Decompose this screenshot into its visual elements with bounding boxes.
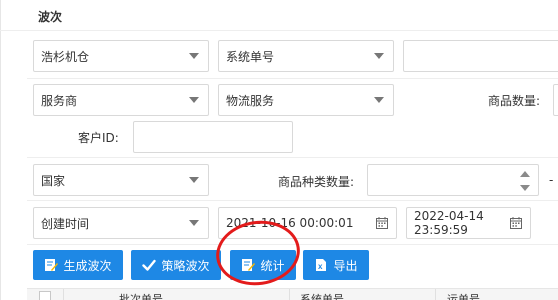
chevron-down-icon: [189, 220, 199, 226]
country-select-value: 国家: [41, 173, 66, 188]
row-divider: [27, 200, 558, 201]
svg-text:x: x: [318, 262, 323, 271]
select-all-checkbox[interactable]: [39, 291, 51, 300]
customer-id-input[interactable]: [133, 121, 293, 153]
calendar-icon[interactable]: [510, 217, 522, 229]
strategy-wave-label: 策略波次: [161, 258, 210, 273]
column-divider: [435, 289, 436, 300]
calendar-icon[interactable]: [376, 217, 388, 229]
carrier-select[interactable]: 服务商: [33, 84, 209, 116]
left-border: [0, 0, 1, 300]
statistics-button[interactable]: 统计: [230, 250, 296, 280]
logistics-service-select-value: 物流服务: [226, 93, 275, 108]
export-label: 导出: [333, 258, 358, 273]
chevron-down-icon: [189, 177, 199, 183]
edit-document-icon: [45, 259, 59, 271]
check-icon: [142, 259, 157, 271]
chevron-down-icon: [374, 97, 384, 103]
table-header: 批次单号 系统单号 运单号: [27, 288, 558, 300]
column-divider: [63, 289, 64, 300]
row-divider: [27, 244, 558, 245]
time-type-select[interactable]: 创建时间: [33, 207, 209, 239]
stepper-down-icon[interactable]: [520, 185, 530, 191]
carrier-select-value: 服务商: [41, 93, 78, 108]
column-divider: [289, 289, 290, 300]
sku-kind-qty-label: 商品种类数量:: [278, 175, 355, 189]
export-button[interactable]: x 导出: [303, 250, 369, 280]
time-type-select-value: 创建时间: [41, 216, 90, 231]
row-divider: [27, 157, 558, 158]
customer-id-label: 客户ID:: [78, 131, 119, 145]
number-type-select-value: 系统单号: [226, 49, 275, 64]
country-select[interactable]: 国家: [33, 164, 209, 196]
number-input[interactable]: [403, 40, 558, 72]
generate-wave-label: 生成波次: [63, 258, 112, 273]
generate-wave-button[interactable]: 生成波次: [33, 250, 123, 280]
title-divider: [0, 30, 558, 31]
warehouse-select[interactable]: 浩杉机仓: [33, 40, 209, 72]
section-title: 波次: [38, 10, 63, 24]
statistics-label: 统计: [260, 258, 285, 273]
chevron-down-icon: [189, 53, 199, 59]
stepper-up-icon[interactable]: [520, 171, 530, 177]
strategy-wave-button[interactable]: 策略波次: [131, 250, 221, 280]
number-stepper[interactable]: [520, 170, 530, 192]
product-qty-label: 商品数量:: [488, 94, 541, 108]
wave-filter-page: 波次 浩杉机仓 系统单号 服务商 物流服务 商品数量: 客户ID: 国家 商品种…: [0, 0, 558, 300]
number-type-select[interactable]: 系统单号: [218, 40, 394, 72]
range-dash: -: [549, 173, 554, 187]
row-divider: [27, 78, 558, 79]
warehouse-select-value: 浩杉机仓: [41, 49, 90, 64]
column-header-batch-no[interactable]: 批次单号: [119, 291, 163, 300]
edit-document-icon: [242, 259, 256, 271]
excel-export-icon: x: [316, 259, 327, 271]
logistics-service-select[interactable]: 物流服务: [218, 84, 394, 116]
column-header-waybill-no[interactable]: 运单号: [447, 291, 480, 300]
chevron-down-icon: [189, 97, 199, 103]
product-qty-input[interactable]: [553, 84, 558, 116]
start-time-value: 2021-10-16 00:00:01: [226, 216, 354, 230]
end-time-input[interactable]: 2022-04-14 23:59:59: [406, 207, 531, 239]
column-header-system-no[interactable]: 系统单号: [300, 291, 344, 300]
chevron-down-icon: [374, 53, 384, 59]
start-time-input[interactable]: 2021-10-16 00:00:01: [218, 207, 397, 239]
sku-kind-qty-input[interactable]: [367, 164, 539, 196]
